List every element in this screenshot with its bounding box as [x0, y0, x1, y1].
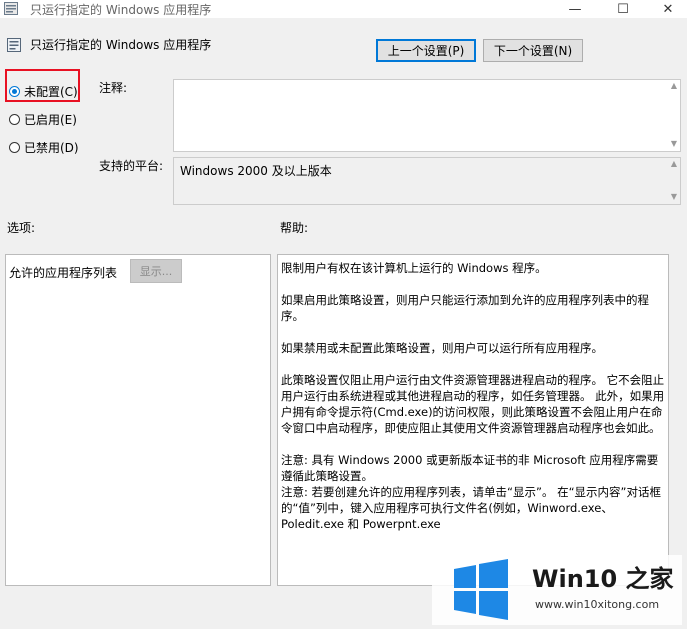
allowed-apps-label: 允许的应用程序列表 — [9, 266, 118, 280]
radio-label: 已禁用(D) — [24, 140, 79, 155]
policy-setting-icon — [7, 38, 21, 52]
previous-setting-button[interactable]: 上一个设置(P) — [376, 39, 476, 62]
radio-indicator — [9, 141, 20, 153]
show-button[interactable]: 显示... — [130, 259, 182, 283]
radio-label: 未配置(C) — [24, 84, 78, 99]
comment-label: 注释: — [99, 81, 128, 95]
platform-label: 支持的平台: — [99, 159, 164, 173]
help-paragraph: 注意: 若要创建允许的应用程序列表，请单击“显示”。 在“显示内容”对话框的“值… — [281, 485, 662, 531]
close-button[interactable]: ✕ — [645, 0, 687, 18]
radio-selected-indicator — [9, 85, 20, 97]
scroll-up-arrow-icon[interactable]: ▲ — [669, 160, 679, 168]
comment-textarea[interactable] — [173, 79, 681, 152]
minimize-button[interactable]: — — [552, 0, 598, 18]
help-paragraph: 如果启用此策略设置，则用户只能运行添加到允许的应用程序列表中的程序。 — [281, 293, 649, 323]
help-paragraph: 限制用户有权在该计算机上运行的 Windows 程序。 — [281, 261, 547, 275]
options-panel — [5, 254, 271, 586]
supported-platform-value: Windows 2000 及以上版本 — [173, 157, 681, 205]
watermark-brand: Win10 之家 — [532, 565, 674, 593]
help-label: 帮助: — [280, 221, 309, 235]
radio-disabled[interactable]: 已禁用(D) — [9, 138, 79, 156]
policy-window-icon — [4, 2, 18, 15]
win10-watermark-logo: Win10 之家 www.win10xitong.com — [432, 555, 682, 625]
policy-title: 只运行指定的 Windows 应用程序 — [30, 38, 212, 52]
help-paragraph: 此策略设置仅阻止用户运行由文件资源管理器进程启动的程序。 它不会阻止用户运行由系… — [281, 373, 665, 435]
scroll-down-arrow-icon[interactable]: ▼ — [669, 193, 679, 201]
help-paragraph: 如果禁用或未配置此策略设置，则用户可以运行所有应用程序。 — [281, 341, 603, 355]
options-label: 选项: — [7, 221, 36, 235]
watermark-url: www.win10xitong.com — [535, 598, 659, 611]
radio-label: 已启用(E) — [24, 112, 77, 127]
scroll-up-arrow-icon[interactable]: ▲ — [669, 82, 679, 90]
radio-indicator — [9, 113, 20, 125]
radio-enabled[interactable]: 已启用(E) — [9, 110, 77, 128]
radio-not-configured[interactable]: 未配置(C) — [9, 82, 78, 100]
help-panel: 限制用户有权在该计算机上运行的 Windows 程序。 如果启用此策略设置，则用… — [277, 254, 669, 586]
maximize-button[interactable]: ☐ — [600, 0, 646, 18]
help-paragraph: 注意: 具有 Windows 2000 或更新版本证书的非 Microsoft … — [281, 453, 659, 483]
next-setting-button[interactable]: 下一个设置(N) — [483, 39, 583, 62]
scroll-down-arrow-icon[interactable]: ▼ — [669, 140, 679, 148]
window-title: 只运行指定的 Windows 应用程序 — [30, 3, 212, 17]
